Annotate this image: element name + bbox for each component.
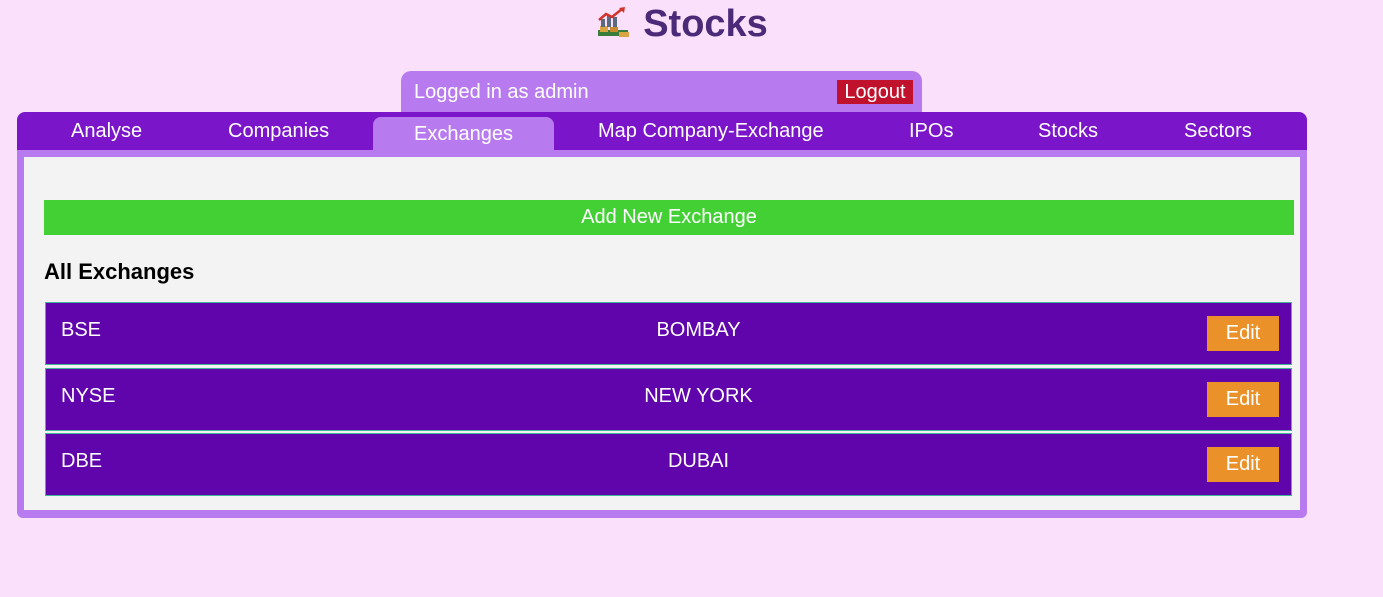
content-area: Add New Exchange All Exchanges BSE BOMBA… [24,157,1300,510]
exchange-city: NEW YORK [644,385,753,407]
exchange-row: DBE DUBAI Edit [45,433,1292,496]
add-exchange-button[interactable]: Add New Exchange [44,200,1294,235]
tab-map-company-exchange[interactable]: Map Company-Exchange [598,120,824,143]
tab-stocks[interactable]: Stocks [1038,120,1098,143]
page-title: Stocks [643,2,768,45]
exchange-city: DUBAI [667,450,730,472]
tab-ipos[interactable]: IPOs [909,120,953,143]
app-header: Stocks [0,0,1383,48]
logged-in-text: Logged in as admin [414,81,589,103]
edit-button[interactable]: Edit [1207,447,1279,482]
tab-analyse[interactable]: Analyse [71,120,142,143]
tab-sectors[interactable]: Sectors [1184,120,1252,143]
edit-button[interactable]: Edit [1207,316,1279,351]
edit-button[interactable]: Edit [1207,382,1279,417]
tab-companies[interactable]: Companies [228,120,329,143]
exchange-city: BOMBAY [656,319,741,341]
exchange-row: NYSE NEW YORK Edit [45,368,1292,431]
content-panel: Add New Exchange All Exchanges BSE BOMBA… [17,150,1307,518]
section-title: All Exchanges [44,259,195,284]
logout-button[interactable]: Logout [837,80,913,104]
main-nav: Analyse Companies Exchanges Map Company-… [17,112,1307,150]
tab-exchanges[interactable]: Exchanges [373,117,554,150]
exchange-row: BSE BOMBAY Edit [45,302,1292,365]
stock-chart-icon [595,6,631,42]
